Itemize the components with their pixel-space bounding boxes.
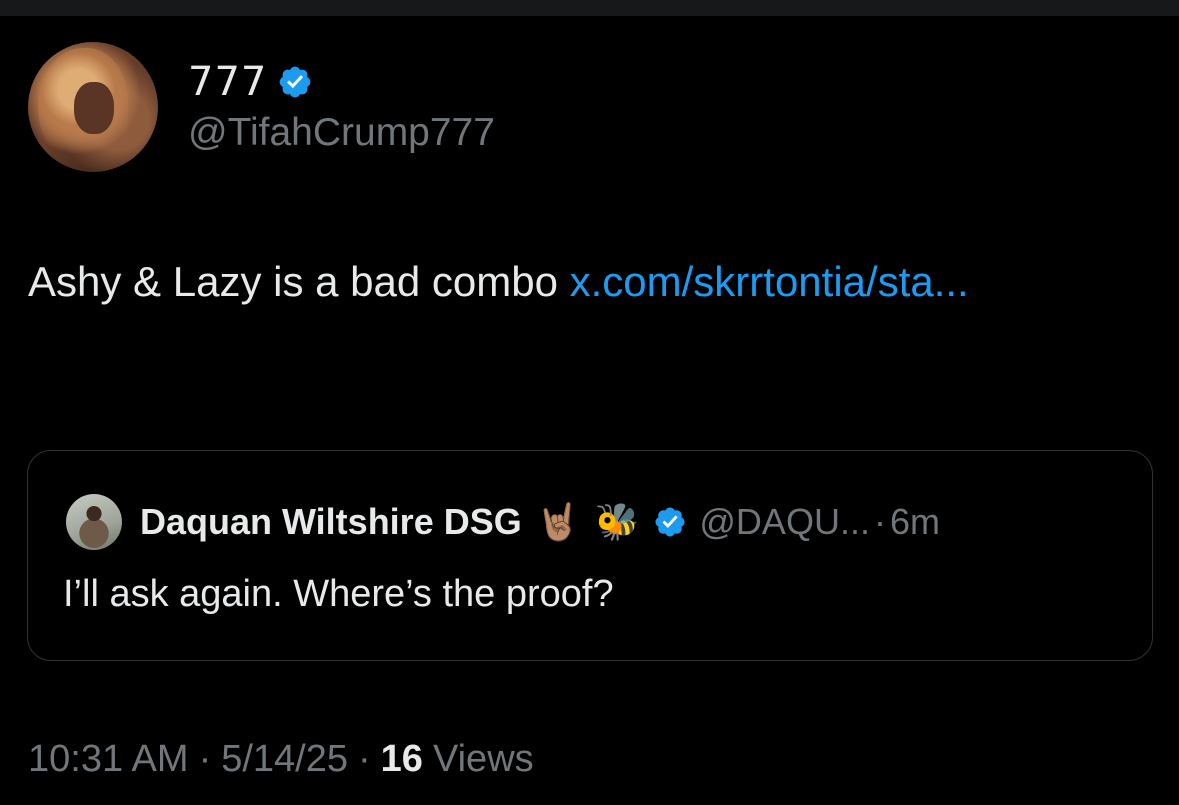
author-handle[interactable]: @TifahCrump777 [188, 111, 495, 155]
views-label[interactable]: Views [433, 738, 534, 781]
author-display-name[interactable]: 777 [188, 59, 267, 105]
avatar-face [74, 82, 114, 134]
display-name-row: 777 [188, 59, 495, 105]
quoted-tweet-card[interactable]: Daquan Wiltshire DSG 🤘🏽 🐝 @DAQU... · 6m … [27, 450, 1153, 661]
author-avatar[interactable] [28, 42, 158, 172]
verified-badge-icon[interactable] [277, 64, 313, 100]
views-count[interactable]: 16 [381, 738, 423, 781]
tweet-link[interactable]: x.com/skrrtontia/sta... [570, 258, 969, 305]
tweet-body: Ashy & Lazy is a bad combo [28, 258, 570, 305]
quoted-timestamp[interactable]: 6m [890, 501, 940, 543]
tweet-meta: 10:31 AM · 5/14/25 · 16 Views [28, 734, 534, 784]
top-strip [0, 0, 1179, 16]
quoted-author-avatar[interactable] [66, 494, 122, 550]
quoted-tweet-header: Daquan Wiltshire DSG 🤘🏽 🐝 @DAQU... · 6m [66, 494, 940, 550]
bee-emoji: 🐝 [594, 502, 640, 543]
author-names: 777 @TifahCrump777 [188, 59, 495, 155]
tweet-text: Ashy & Lazy is a bad combo x.com/skrrton… [28, 250, 1138, 314]
quoted-tweet-text: I’ll ask again. Where’s the proof? [63, 573, 614, 615]
verified-badge-icon[interactable] [653, 505, 687, 539]
tweet-time[interactable]: 10:31 AM [28, 738, 189, 781]
quoted-separator: · [873, 501, 886, 542]
rock-hand-emoji: 🤘🏽 [535, 502, 581, 543]
meta-separator: · [198, 737, 212, 780]
meta-separator: · [358, 737, 371, 780]
tweet-date[interactable]: 5/14/25 [221, 738, 348, 781]
quoted-author-display-name[interactable]: Daquan Wiltshire DSG [140, 501, 522, 543]
quoted-author-handle[interactable]: @DAQU... [699, 501, 870, 543]
tweet-header: 777 @TifahCrump777 [28, 42, 495, 172]
